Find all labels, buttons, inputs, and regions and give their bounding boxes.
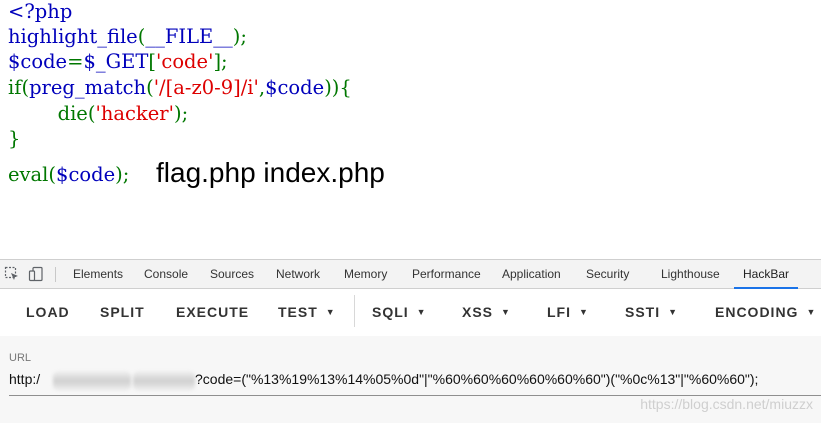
url-label: URL xyxy=(9,352,32,364)
toolbar-divider xyxy=(354,295,355,327)
url-panel: URL http:/ ?code=("%13%19%13%14%05%0d"|"… xyxy=(0,336,821,423)
code-line: die('hacker'); xyxy=(8,102,189,126)
split-button-label: SPLIT xyxy=(100,304,145,320)
tab-security[interactable]: Security xyxy=(586,260,629,289)
code-line: if(preg_match('/[a-z0-9]/i',$code)){ xyxy=(8,76,352,100)
code-token: preg_match xyxy=(29,76,147,99)
sqli-dropdown-label: SQLI xyxy=(372,304,409,320)
code-line: <?php xyxy=(8,0,72,24)
caret-down-icon: ▼ xyxy=(416,307,427,317)
code-token: } xyxy=(8,127,21,150)
code-token: 'hacker' xyxy=(95,102,174,125)
code-line: } xyxy=(8,127,20,151)
tab-elements[interactable]: Elements xyxy=(73,260,123,289)
tab-application[interactable]: Application xyxy=(502,260,561,289)
devtools-tab-bar: Elements Console Sources Network Memory … xyxy=(0,259,821,289)
tab-sources[interactable]: Sources xyxy=(210,260,254,289)
code-token: eval( xyxy=(8,163,57,186)
ssti-dropdown[interactable]: SSTI ▼ xyxy=(625,303,678,321)
inspect-element-icon[interactable] xyxy=(4,266,20,282)
caret-down-icon: ▼ xyxy=(806,307,817,317)
code-token: $code xyxy=(265,76,325,99)
code-token: )){ xyxy=(324,76,352,99)
code-token: $code xyxy=(8,50,68,73)
url-text-query: ?code=("%13%19%13%14%05%0d"|"%60%60%60%6… xyxy=(195,371,759,387)
code-token: ( xyxy=(146,76,154,99)
encoding-dropdown-label: ENCODING xyxy=(715,304,799,320)
tab-performance[interactable]: Performance xyxy=(412,260,481,289)
caret-down-icon: ▼ xyxy=(668,307,679,317)
split-button[interactable]: SPLIT xyxy=(100,303,145,321)
tab-hackbar[interactable]: HackBar xyxy=(734,260,799,289)
tab-network[interactable]: Network xyxy=(276,260,320,289)
test-dropdown-label: TEST xyxy=(278,304,318,320)
code-token: __FILE__ xyxy=(145,25,233,48)
toolbar-divider xyxy=(55,267,56,282)
lfi-dropdown-label: LFI xyxy=(547,304,571,320)
tab-memory[interactable]: Memory xyxy=(344,260,387,289)
tab-console[interactable]: Console xyxy=(144,260,188,289)
load-button[interactable]: LOAD xyxy=(26,303,70,321)
code-line: highlight_file(__FILE__); xyxy=(8,25,247,49)
code-line: eval($code); xyxy=(8,163,129,187)
code-line: $code=$_GET['code']; xyxy=(8,50,228,74)
code-token: <?php xyxy=(8,0,73,23)
url-text-prefix: http:/ xyxy=(9,371,41,387)
code-token: [ xyxy=(148,50,157,73)
code-token: '/[a-z0-9]/i' xyxy=(153,76,259,99)
code-token: if( xyxy=(8,76,30,99)
encoding-dropdown[interactable]: ENCODING ▼ xyxy=(715,303,816,321)
code-token: 'code' xyxy=(156,50,214,73)
watermark: https://blog.csdn.net/miuzzx xyxy=(640,396,813,412)
url-input[interactable]: http:/ ?code=("%13%19%13%14%05%0d"|"%60%… xyxy=(9,369,821,396)
xss-dropdown[interactable]: XSS ▼ xyxy=(462,303,511,321)
caret-down-icon: ▼ xyxy=(579,307,589,317)
sqli-dropdown[interactable]: SQLI ▼ xyxy=(372,303,427,321)
code-token: $code xyxy=(56,163,116,186)
ssti-dropdown-label: SSTI xyxy=(625,304,661,320)
execute-button[interactable]: EXECUTE xyxy=(176,303,249,321)
device-toolbar-icon[interactable] xyxy=(28,266,44,282)
code-token: ]; xyxy=(213,50,228,73)
code-token: ); xyxy=(232,25,247,48)
code-token: = xyxy=(67,50,84,73)
code-token: highlight_file xyxy=(8,25,138,48)
test-dropdown[interactable]: TEST ▼ xyxy=(278,303,336,321)
page-output-text: flag.php index.php xyxy=(156,157,385,188)
code-token: ); xyxy=(173,102,189,125)
redacted-region xyxy=(53,371,131,391)
lfi-dropdown[interactable]: LFI ▼ xyxy=(547,303,589,321)
redacted-region xyxy=(133,371,195,391)
caret-down-icon: ▼ xyxy=(325,307,336,317)
xss-dropdown-label: XSS xyxy=(462,304,494,320)
load-button-label: LOAD xyxy=(26,304,70,320)
caret-down-icon: ▼ xyxy=(501,307,511,317)
code-token: $_GET xyxy=(83,50,149,73)
hackbar-toolbar: LOAD SPLIT EXECUTE TEST ▼ SQLI ▼ XSS ▼ LFI ▼… xyxy=(0,289,821,335)
code-token: ); xyxy=(115,163,130,186)
tab-lighthouse[interactable]: Lighthouse xyxy=(661,260,720,289)
execute-button-label: EXECUTE xyxy=(176,304,250,320)
code-token: die( xyxy=(8,102,96,125)
php-source-view: <?php highlight_file(__FILE__); $code=$_… xyxy=(0,0,821,258)
